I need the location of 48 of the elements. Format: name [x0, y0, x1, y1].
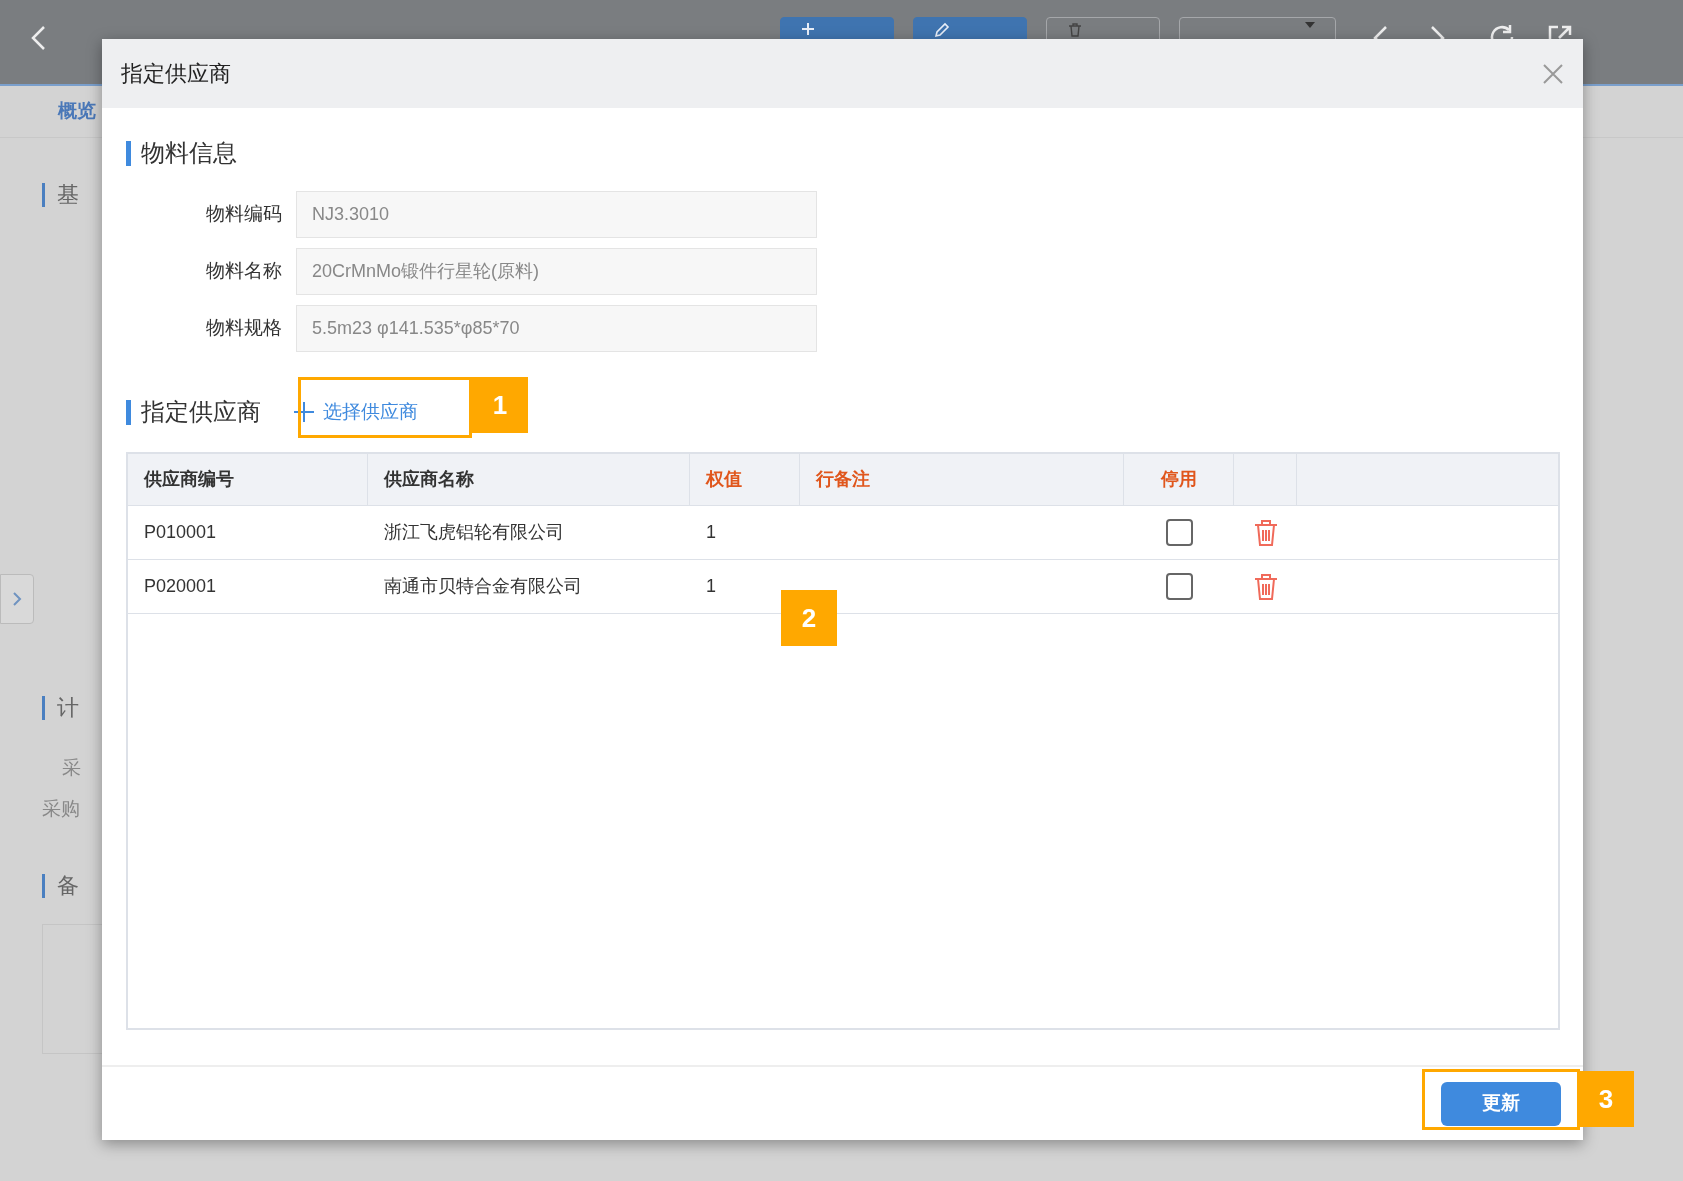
table-cell: 1 — [706, 576, 716, 596]
table-cell: 1 — [706, 522, 716, 542]
section-title: 基 — [57, 181, 79, 209]
back-icon[interactable] — [30, 25, 46, 51]
update-button[interactable]: 更新 — [1441, 1081, 1561, 1126]
field-label: 物料规格 — [205, 316, 283, 341]
field-label: 物料编码 — [205, 202, 283, 227]
column-header: 供应商名称 — [384, 468, 474, 491]
input-field[interactable]: NJ3.3010 — [296, 191, 817, 238]
plus-icon — [801, 22, 815, 36]
field-label: 采 — [62, 757, 81, 778]
column-header: 停用 — [1160, 468, 1197, 491]
table-cell: 南通市贝特合金有限公司 — [384, 576, 582, 596]
step-badge: 3 — [1578, 1071, 1634, 1127]
checkbox[interactable] — [1165, 519, 1193, 546]
caret-icon — [1305, 22, 1315, 28]
section-marker — [126, 140, 131, 166]
section-title: 备 — [57, 872, 79, 900]
section-title: 物料信息 — [141, 138, 237, 168]
chevron-right-icon — [12, 591, 22, 607]
step-badge: 2 — [781, 590, 837, 646]
column-header: 行备注 — [816, 468, 870, 491]
section-title: 计 — [57, 694, 79, 722]
section-marker — [126, 399, 131, 425]
edit-icon — [934, 22, 950, 38]
checkbox[interactable] — [1165, 573, 1193, 600]
table-cell: P020001 — [144, 576, 217, 596]
input-field[interactable]: 20CrMnMo锻件行星轮(原料) — [296, 248, 817, 295]
trash-icon[interactable] — [1252, 518, 1279, 547]
close-icon[interactable] — [1542, 62, 1564, 85]
trash-icon[interactable] — [1252, 572, 1279, 601]
step-badge: 1 — [472, 377, 528, 433]
trash-icon — [1067, 22, 1083, 38]
section-marker — [42, 695, 45, 720]
field-label: 采购 — [42, 797, 80, 819]
tab[interactable]: 概览 — [58, 97, 96, 126]
field-label: 物料名称 — [205, 259, 283, 284]
select-supplier-link[interactable]: 选择供应商 — [291, 397, 420, 427]
section-marker — [42, 182, 45, 207]
table-cell: 浙江飞虎铝轮有限公司 — [384, 522, 564, 542]
table-cell: P010001 — [144, 522, 217, 542]
column-header: 权值 — [706, 468, 742, 491]
section-title: 指定供应商 — [141, 397, 261, 427]
column-header: 供应商编号 — [144, 468, 234, 491]
dialog-title: 指定供应商 — [121, 60, 231, 88]
section-marker — [42, 873, 45, 898]
input-field[interactable]: 5.5m23 φ141.535*φ85*70 — [296, 305, 817, 352]
plus-icon — [293, 401, 315, 423]
